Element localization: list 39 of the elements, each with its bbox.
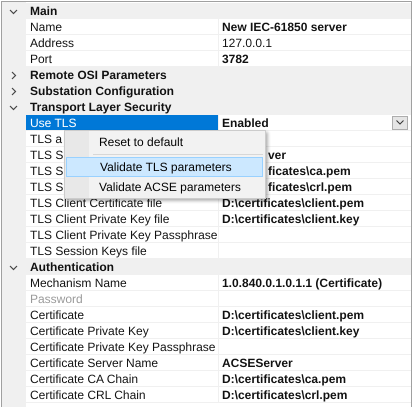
property-value[interactable]: ficates\crl.pem xyxy=(268,178,352,194)
property-name[interactable]: TLS Client Private Key Passphrase xyxy=(26,227,219,242)
dropdown-button[interactable] xyxy=(392,116,408,130)
menu-item[interactable]: Reset to default xyxy=(91,132,263,152)
property-value[interactable]: D:\certificates\crl.pem xyxy=(222,386,348,402)
property-value[interactable]: 1.0.840.0.1.0.1.1 (Certificate) xyxy=(222,274,382,290)
property-value[interactable]: D:\certificates\ca.pem xyxy=(222,370,346,386)
property-name[interactable]: Certificate Server Name xyxy=(26,355,219,370)
property-name[interactable]: Name xyxy=(26,19,219,34)
property-name[interactable]: Address xyxy=(26,35,219,50)
property-value[interactable]: D:\certificates\client.pem xyxy=(222,306,364,322)
property-name[interactable]: Certificate xyxy=(26,307,219,322)
property-value[interactable]: ficates\ca.pem xyxy=(268,162,351,178)
property-value[interactable]: D:\certificates\client.key xyxy=(222,210,360,226)
property-value[interactable]: D:\certificates\client.pem xyxy=(222,194,364,210)
chevron-right-icon[interactable] xyxy=(9,70,18,80)
chevron-right-icon[interactable] xyxy=(9,86,18,96)
property-name[interactable]: Certificate Private Key Passphrase xyxy=(26,339,219,354)
property-value[interactable]: New IEC-61850 server xyxy=(222,18,347,34)
property-value[interactable]: Enabled xyxy=(222,114,269,130)
menu-item[interactable]: Validate ACSE parameters xyxy=(91,177,263,197)
property-name[interactable]: Port xyxy=(26,51,219,66)
property-value[interactable]: ver xyxy=(268,146,286,162)
property-name[interactable]: Mechanism Name xyxy=(26,275,219,290)
chevron-down-icon[interactable] xyxy=(9,6,18,16)
menu-item[interactable]: Validate TLS parameters xyxy=(66,157,263,177)
chevron-down-icon[interactable] xyxy=(9,262,18,272)
property-name[interactable]: Use TLS xyxy=(26,115,219,130)
property-value[interactable]: 3782 xyxy=(222,50,249,66)
property-value[interactable]: ACSEServer xyxy=(222,354,293,370)
property-name[interactable]: Certificate CRL Chain xyxy=(26,387,219,402)
property-name[interactable]: Certificate CA Chain xyxy=(26,371,219,386)
property-name[interactable]: TLS Session Keys file xyxy=(26,243,219,258)
property-name[interactable]: TLS Client Private Key file xyxy=(26,211,219,226)
property-value[interactable]: 127.0.0.1 xyxy=(222,34,272,50)
chevron-down-icon xyxy=(396,120,404,125)
property-value[interactable]: D:\certificates\client.key xyxy=(222,322,360,338)
property-name[interactable]: Certificate Private Key xyxy=(26,323,219,338)
chevron-down-icon[interactable] xyxy=(9,102,18,112)
